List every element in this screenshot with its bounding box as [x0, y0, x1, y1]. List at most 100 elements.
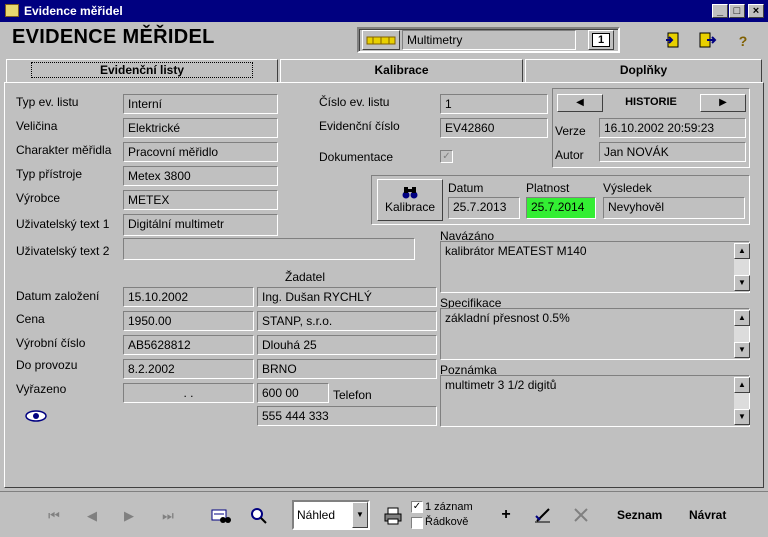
checkbox-1-zaznam[interactable]: ✓	[411, 501, 423, 513]
label-verze: Verze	[555, 124, 586, 138]
specifikace-text: základní přesnost 0.5%	[445, 311, 570, 325]
navazano-text: kalibrátor MEATEST M140	[445, 244, 587, 258]
history-prev-button[interactable]: ◀	[557, 94, 603, 112]
navazano-scrollbar[interactable]: ▲ ▼	[733, 243, 750, 291]
label-vyrobce: Výrobce	[16, 191, 61, 205]
label-cena: Cena	[16, 312, 45, 326]
label-telefon: Telefon	[333, 388, 372, 402]
field-datum-zalozeni[interactable]: 15.10.2002	[123, 287, 254, 307]
label-datum: Datum	[448, 181, 484, 195]
category-icon[interactable]	[362, 30, 400, 50]
field-vyrazeno[interactable]: . .	[123, 383, 254, 403]
edit-icon[interactable]	[534, 506, 552, 524]
field-telefon[interactable]: 555 444 333	[257, 406, 437, 426]
window-title: Evidence měřidel	[24, 4, 123, 18]
field-velicina[interactable]: Elektrické	[123, 118, 278, 138]
field-vysledek: Nevyhověl	[603, 197, 745, 219]
eye-icon[interactable]	[24, 408, 48, 424]
label-dokumentace: Dokumentace	[319, 150, 394, 164]
field-zadatel-name[interactable]: Ing. Dušan RYCHLÝ	[257, 287, 437, 307]
help-icon[interactable]: ?	[733, 32, 753, 50]
history-next-button[interactable]: ▶	[700, 94, 746, 112]
minimize-button[interactable]: _	[712, 4, 728, 18]
calibration-button[interactable]: Kalibrace	[377, 179, 443, 221]
poznamka-scrollbar[interactable]: ▲ ▼	[733, 377, 750, 425]
prev-record-icon[interactable]: ◀	[82, 506, 102, 526]
calibration-button-label: Kalibrace	[384, 200, 436, 214]
chevron-down-icon[interactable]: ▼	[352, 502, 368, 528]
label-typ-ev-listu: Typ ev. listu	[16, 95, 79, 109]
field-zadatel-zip[interactable]: 600 00	[257, 383, 329, 403]
checkbox-dokumentace[interactable]: ✓	[440, 150, 453, 163]
record-badge[interactable]: 1	[588, 30, 614, 50]
label-radkove: Řádkově	[425, 516, 469, 528]
field-autor: Jan NOVÁK	[599, 142, 746, 162]
label-velicina: Veličina	[16, 119, 58, 133]
export-icon[interactable]	[698, 32, 718, 50]
label-typ-pristroje: Typ přístroje	[16, 167, 83, 181]
scroll-up-icon[interactable]: ▲	[734, 377, 750, 393]
history-title: HISTORIE	[625, 96, 677, 108]
delete-icon[interactable]	[572, 506, 590, 524]
close-button[interactable]: ×	[748, 4, 764, 18]
field-vyrobce[interactable]: METEX	[123, 190, 278, 210]
view-select-value: Náhled	[297, 508, 336, 522]
scroll-up-icon[interactable]: ▲	[734, 243, 750, 259]
next-record-icon[interactable]: ▶	[119, 506, 139, 526]
app-icon	[5, 4, 19, 17]
import-icon[interactable]	[663, 32, 683, 50]
field-vyrobni-cislo[interactable]: AB5628812	[123, 335, 254, 355]
field-uzivatelsky-text-2[interactable]	[123, 238, 415, 260]
field-platnost: 25.7.2014	[526, 197, 596, 219]
field-verze: 16.10.2002 20:59:23	[599, 118, 746, 138]
field-specifikace[interactable]: základní přesnost 0.5%	[440, 308, 750, 360]
navrat-button[interactable]: Návrat	[689, 508, 726, 522]
field-typ-pristroje[interactable]: Metex 3800	[123, 166, 278, 186]
field-evidencni-cislo[interactable]: EV42860	[440, 118, 548, 138]
filter-icon[interactable]	[211, 507, 231, 525]
seznam-button[interactable]: Seznam	[617, 508, 662, 522]
specifikace-scrollbar[interactable]: ▲ ▼	[733, 310, 750, 358]
field-poznamka[interactable]: multimetr 3 1/2 digitů	[440, 375, 750, 427]
scroll-up-icon[interactable]: ▲	[734, 310, 750, 326]
field-cislo-ev-listu[interactable]: 1	[440, 94, 548, 114]
checkbox-radkove[interactable]	[411, 517, 423, 529]
field-zadatel-company[interactable]: STANP, s.r.o.	[257, 311, 437, 331]
add-icon[interactable]: +	[497, 506, 515, 524]
search-icon[interactable]	[249, 507, 269, 525]
maximize-button[interactable]: □	[729, 4, 745, 18]
label-vyrobni-cislo: Výrobní číslo	[16, 336, 86, 350]
label-do-provozu: Do provozu	[16, 358, 78, 372]
field-zadatel-street[interactable]: Dlouhá 25	[257, 335, 437, 355]
field-typ-ev-listu[interactable]: Interní	[123, 94, 278, 114]
label-vysledek: Výsledek	[603, 181, 652, 195]
poznamka-text: multimetr 3 1/2 digitů	[445, 378, 557, 392]
field-datum: 25.7.2013	[448, 197, 520, 219]
label-uzivatelsky-text-2: Uživatelský text 2	[16, 244, 110, 258]
field-navazano[interactable]: kalibrátor MEATEST M140	[440, 241, 750, 293]
first-record-icon[interactable]: ⏮	[44, 506, 64, 526]
field-uzivatelsky-text-1[interactable]: Digitální multimetr	[123, 214, 278, 236]
tab-evidencni-listy[interactable]: Evidenční listy	[6, 59, 278, 83]
field-cena[interactable]: 1950.00	[123, 311, 254, 331]
binoculars-icon	[378, 184, 442, 200]
label-datum-zalozeni: Datum založení	[16, 289, 100, 303]
window-titlebar: Evidence měřidel _ □ ×	[0, 0, 768, 22]
label-zadatel: Žadatel	[285, 270, 326, 284]
last-record-icon[interactable]: ⏭	[158, 506, 178, 526]
scroll-down-icon[interactable]: ▼	[734, 409, 750, 425]
print-icon[interactable]	[383, 507, 403, 525]
label-platnost: Platnost	[526, 181, 570, 195]
toolbar-divider	[0, 491, 768, 492]
field-do-provozu[interactable]: 8.2.2002	[123, 359, 254, 379]
scroll-down-icon[interactable]: ▼	[734, 275, 750, 291]
field-zadatel-city[interactable]: BRNO	[257, 359, 437, 379]
tab-kalibrace[interactable]: Kalibrace	[280, 59, 523, 83]
scroll-down-icon[interactable]: ▼	[734, 342, 750, 358]
tab-doplnky[interactable]: Doplňky	[525, 59, 762, 83]
label-charakter-meridla: Charakter měřidla	[16, 143, 112, 157]
view-select[interactable]: Náhled ▼	[292, 500, 370, 530]
field-charakter-meridla[interactable]: Pracovní měřidlo	[123, 142, 278, 162]
category-field[interactable]: Multimetry	[402, 30, 576, 50]
label-vyrazeno: Vyřazeno	[16, 382, 67, 396]
